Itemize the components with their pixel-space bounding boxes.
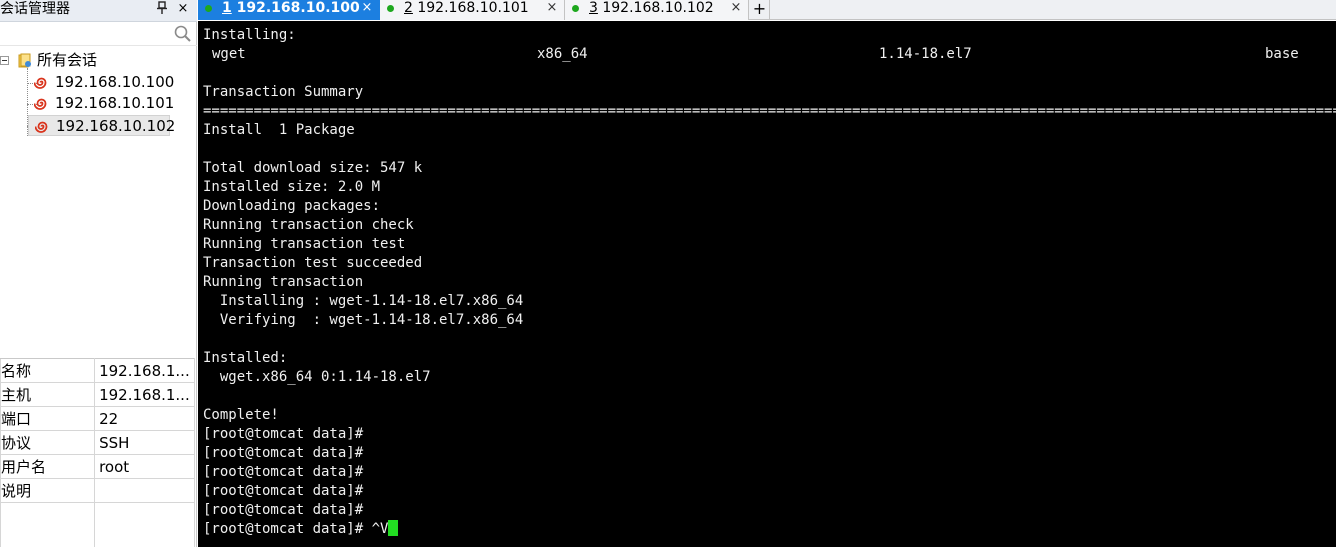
close-panel-button[interactable]: × [175,1,191,17]
shell-prompt: [root@tomcat data]# [203,483,364,499]
property-key: 端口 [0,406,96,431]
tab-192-168-10-101[interactable]: 2 192.168.10.101 × [380,0,565,20]
terminal-cursor [388,520,399,536]
property-value: root [94,454,195,479]
property-key-empty [0,502,96,547]
new-tab-button[interactable]: + [750,0,770,19]
prompt-text: [root@tomcat data]# ^V [203,521,389,537]
terminal-line: Transaction Summary [203,84,364,100]
session-manager-panel: 会话管理器 × 所有会话 192.168.10.100 192.168.10.1… [0,0,197,547]
package-name: wget [212,46,246,62]
tab-close-icon[interactable]: × [546,1,558,15]
tree-root-label: 所有会话 [37,51,98,69]
property-row-username: 用户名 root [0,454,195,479]
tab-192-168-10-100[interactable]: 1 192.168.10.100 × [198,0,380,20]
property-row-empty [0,502,195,547]
search-icon[interactable] [173,24,193,44]
tab-192-168-10-102[interactable]: 3 192.168.10.102 × [565,0,749,20]
property-value: 22 [94,406,195,431]
package-repo: base [1265,46,1299,62]
session-properties-table: 名称 192.168.1... 主机 192.168.1... 端口 22 协议… [0,358,195,547]
session-swirl-icon [33,96,49,111]
session-item-192-168-10-100[interactable]: 192.168.10.100 [28,72,175,93]
terminal-line: Verifying : wget-1.14-18.el7.x86_64 [203,312,524,328]
shell-prompt: [root@tomcat data]# [203,502,364,518]
terminal-line: Installing: [203,27,296,43]
tree-root-all-sessions[interactable]: 所有会话 [0,50,120,71]
property-value [94,478,195,503]
terminal-line: Installed: [203,350,288,366]
shell-prompt: [root@tomcat data]# [203,426,364,442]
property-value: 192.168.1... [94,382,195,407]
terminal-line: Installed size: 2.0 M [203,179,381,195]
shell-prompt: [root@tomcat data]# [203,445,364,461]
property-row-host: 主机 192.168.1... [0,382,195,407]
property-key: 用户名 [0,454,96,479]
folder-icon [17,53,32,68]
property-value: 192.168.1... [94,358,195,383]
package-row: wget x86_64 1.14-18.el7 base [203,45,1323,64]
tab-label: 1 192.168.10.100 [222,0,360,16]
pin-icon[interactable] [154,1,170,17]
property-row-description: 说明 [0,478,195,503]
session-item-192-168-10-102[interactable]: 192.168.10.102 [28,115,175,136]
tab-close-icon[interactable]: × [730,1,742,15]
property-key: 说明 [0,478,96,503]
session-tree: 所有会话 192.168.10.100 192.168.10.101 192.1… [0,48,197,354]
session-tab-bar: 1 192.168.10.100 × 2 192.168.10.101 × 3 … [198,0,1336,20]
active-shell-prompt[interactable]: [root@tomcat data]# ^V [203,520,399,539]
property-key: 主机 [0,382,96,407]
connected-status-icon [572,5,579,12]
property-row-name: 名称 192.168.1... [0,358,195,383]
terminal-line: Complete! [203,407,279,423]
terminal-line: Transaction test succeeded [203,255,423,271]
search-row [0,22,197,46]
terminal-line: wget.x86_64 0:1.14-18.el7 [203,369,431,385]
session-swirl-icon [33,75,49,90]
search-input[interactable] [2,24,170,44]
shell-prompt: [root@tomcat data]# [203,464,364,480]
property-key: 名称 [0,358,96,383]
terminal-line: Running transaction test [203,236,406,252]
terminal-separator: ========================================… [203,103,1336,119]
panel-header: 会话管理器 × [0,0,197,22]
property-value-empty [94,502,195,547]
tab-label: 2 192.168.10.101 [404,0,529,16]
package-version: 1.14-18.el7 [879,46,972,62]
tab-label: 3 192.168.10.102 [589,0,714,16]
package-arch: x86_64 [537,46,588,62]
terminal-output[interactable]: Installing: wget x86_64 1.14-18.el7 base… [198,21,1336,547]
connected-status-icon [205,5,212,12]
connected-status-icon [387,5,394,12]
tab-close-icon[interactable]: × [361,1,373,15]
property-row-protocol: 协议 SSH [0,430,195,455]
session-swirl-icon [34,119,50,134]
collapse-icon[interactable] [0,56,9,65]
panel-title: 会话管理器 [0,1,70,17]
property-row-port: 端口 22 [0,406,195,431]
property-key: 协议 [0,430,96,455]
terminal-line: Install 1 Package [203,122,355,138]
session-label: 192.168.10.101 [55,94,175,112]
terminal-line: Running transaction check [203,217,414,233]
terminal-line: Installing : wget-1.14-18.el7.x86_64 [203,293,524,309]
session-label: 192.168.10.100 [55,73,175,91]
session-label: 192.168.10.102 [56,117,176,135]
terminal-line: Downloading packages: [203,198,381,214]
terminal-line: Running transaction [203,274,364,290]
terminal-line: Total download size: 547 k [203,160,423,176]
property-value: SSH [94,430,195,455]
session-item-192-168-10-101[interactable]: 192.168.10.101 [28,93,175,114]
